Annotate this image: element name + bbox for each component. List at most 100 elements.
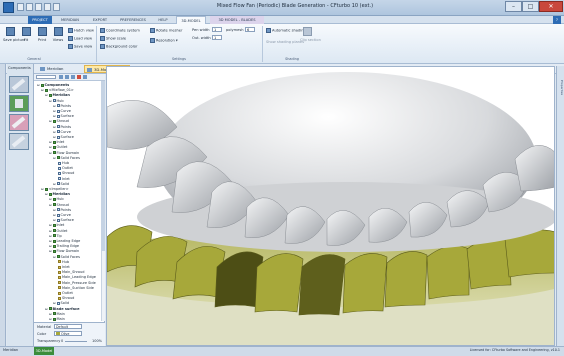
expand-toggle-icon[interactable]: ⊟ (49, 249, 52, 253)
tree-node[interactable]: ⊟ Flow Domain (49, 151, 79, 155)
visibility-checkbox[interactable] (58, 270, 61, 274)
polymesh-stepper[interactable]: 6 (245, 27, 255, 32)
expand-toggle-icon[interactable]: ⊟ (53, 104, 56, 108)
expand-toggle-icon[interactable]: ⊟ (49, 203, 52, 207)
tree-node[interactable]: ⊟ Solid Faces (53, 255, 80, 259)
tree-node[interactable]: ⊟ Outlet (49, 229, 67, 233)
maximize-button[interactable]: □ (522, 1, 539, 12)
tree-node[interactable]: ⊟ Meridian (45, 192, 70, 196)
visibility-checkbox[interactable] (56, 255, 60, 259)
tree-node[interactable]: ⊟ Surface (53, 114, 74, 118)
outline-width-stepper[interactable]: 1 (212, 35, 222, 40)
visibility-checkbox[interactable] (52, 249, 56, 253)
expand-toggle-icon[interactable]: ⊟ (49, 317, 52, 321)
visibility-checkbox[interactable] (52, 244, 56, 248)
tree-node[interactable]: ⊟ Surface (53, 135, 74, 139)
visibility-checkbox[interactable] (58, 171, 61, 175)
expand-toggle-icon[interactable]: ⊟ (53, 130, 56, 134)
minimize-button[interactable]: – (505, 1, 522, 12)
tree-node[interactable]: ⊟ Blade surface (45, 307, 79, 311)
tree-node[interactable]: Hub (57, 161, 69, 165)
visibility-checkbox[interactable] (52, 151, 56, 155)
tree-node[interactable]: Main_Suction Side (57, 286, 94, 290)
tree-node[interactable]: ⊟ Meridian (45, 93, 70, 97)
show-scale-button[interactable]: Show scale (100, 36, 126, 41)
tree-node[interactable]: Shroud (57, 296, 74, 300)
visibility-checkbox[interactable] (52, 197, 56, 201)
expand-toggle-icon[interactable]: ⊟ (53, 182, 56, 186)
undo-icon[interactable] (44, 3, 51, 11)
views-button[interactable]: Views (51, 27, 65, 49)
save-icon[interactable] (35, 3, 42, 11)
expand-toggle-icon[interactable]: ⊟ (37, 83, 40, 87)
tree-filter-dropdown[interactable] (36, 75, 56, 79)
visibility-checkbox[interactable] (58, 166, 61, 170)
tree-node[interactable]: ⊟ Points (53, 208, 71, 212)
tree-node[interactable]: Shroud (57, 171, 74, 175)
collapse-icon[interactable] (65, 75, 69, 79)
visibility-checkbox[interactable] (56, 213, 60, 217)
visibility-checkbox[interactable] (52, 312, 56, 316)
visibility-checkbox[interactable] (56, 156, 60, 160)
transparency-slider[interactable] (65, 341, 87, 342)
visibility-checkbox[interactable] (56, 301, 60, 305)
tree-node[interactable]: ⊟ Curve (53, 109, 71, 113)
expand-toggle-icon[interactable]: ⊟ (41, 88, 44, 92)
expand-toggle-icon[interactable]: ⊟ (53, 114, 56, 118)
status-3d-model-tab[interactable]: 3D-Model (34, 347, 54, 355)
expand-toggle-icon[interactable]: ⊟ (53, 156, 56, 160)
visibility-checkbox[interactable] (52, 239, 56, 243)
open-icon[interactable] (26, 3, 33, 11)
visibility-checkbox[interactable] (44, 88, 48, 92)
tab-3d-model[interactable]: 3D-MODEL (176, 16, 206, 24)
expand-icon[interactable] (59, 75, 63, 79)
fit-button[interactable]: Fit (19, 27, 33, 49)
impeller-render[interactable] (107, 67, 555, 346)
visibility-checkbox[interactable] (52, 140, 56, 144)
tree-node[interactable]: Inlet (57, 265, 70, 269)
visibility-checkbox[interactable] (52, 229, 56, 233)
expand-toggle-icon[interactable]: ⊟ (53, 208, 56, 212)
component-inlet-button[interactable] (9, 76, 29, 93)
tree-node[interactable]: ⊟ Surface (53, 218, 74, 222)
expand-toggle-icon[interactable]: ⊟ (49, 151, 52, 155)
visibility-checkbox[interactable] (56, 218, 60, 222)
expand-toggle-icon[interactable]: ⊟ (53, 218, 56, 222)
tree-node[interactable]: ⊟ Points (53, 125, 71, 129)
visibility-checkbox[interactable] (52, 317, 56, 321)
close-button[interactable]: ✕ (539, 1, 563, 12)
tab-preferences[interactable]: PREFERENCES (116, 16, 150, 24)
tree-node[interactable]: Outlet (57, 166, 73, 170)
visibility-checkbox[interactable] (52, 203, 56, 207)
expand-toggle-icon[interactable]: ⊟ (45, 307, 48, 311)
tab-help[interactable]: HELP (154, 16, 172, 24)
tree-node[interactable]: ⊟ Inlet (49, 140, 64, 144)
tab-meridian[interactable]: MERIDIAN (56, 16, 84, 24)
tree-node[interactable]: ⊟ Points (53, 104, 71, 108)
tree-node[interactable]: Outlet (57, 291, 73, 295)
expand-toggle-icon[interactable]: ⊟ (45, 93, 48, 97)
tree-node[interactable]: ⊟ Shroud (49, 203, 69, 207)
save-picture-button[interactable]: Save picture (3, 27, 26, 49)
refresh-icon[interactable] (71, 75, 75, 79)
expand-toggle-icon[interactable]: ⊟ (53, 213, 56, 217)
expand-toggle-icon[interactable]: ⊟ (49, 145, 52, 149)
tree-node[interactable]: ⊟ Tip (49, 234, 62, 238)
tree-node[interactable]: ⊟ Main (49, 317, 65, 321)
tree-node[interactable]: Hub (57, 260, 69, 264)
tree-node[interactable]: ⊟ Trailing Edge (49, 244, 79, 248)
visibility-checkbox[interactable] (58, 275, 61, 279)
tree-node[interactable]: ⊟ Flow Domain (49, 249, 79, 253)
visibility-checkbox[interactable] (58, 286, 61, 290)
delete-icon[interactable] (77, 75, 81, 79)
app-logo-icon[interactable] (3, 2, 14, 13)
visibility-checkbox[interactable] (56, 125, 60, 129)
visibility-checkbox[interactable] (48, 192, 52, 196)
coordinate-system-button[interactable]: Coordinate system (100, 28, 140, 33)
resolution-dropdown[interactable]: Resolution ▾ (150, 38, 178, 43)
tree-node[interactable]: ⊟ Solid Faces (53, 156, 80, 160)
tree-node[interactable]: ⊟ Leading Edge (49, 239, 80, 243)
tree-node[interactable]: Main_Shroud (57, 270, 85, 274)
3d-viewport[interactable] (106, 66, 555, 346)
expand-toggle-icon[interactable]: ⊟ (49, 223, 52, 227)
